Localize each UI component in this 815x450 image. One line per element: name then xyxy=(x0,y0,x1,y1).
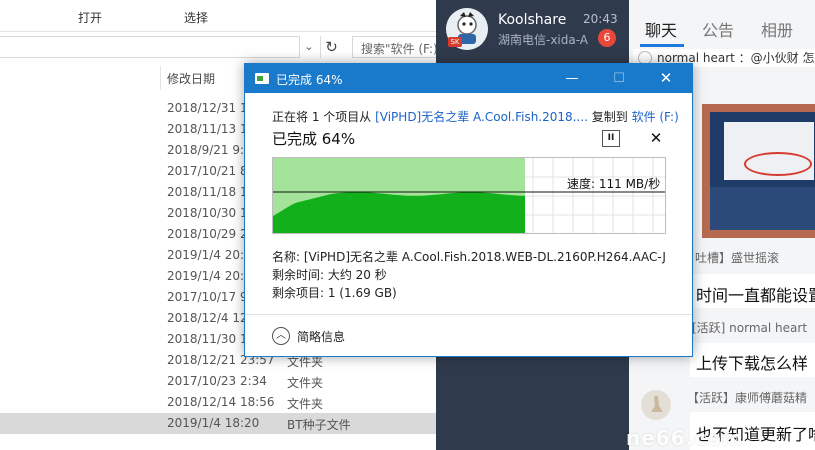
tab-album[interactable]: 相册 xyxy=(761,17,793,41)
chat-bubble[interactable]: 时间一直都能设置 xyxy=(690,274,815,308)
items-remaining-label: 剩余项目: 1 (1.69 GB) xyxy=(272,286,397,300)
column-separator[interactable] xyxy=(160,66,161,90)
tab-announcements[interactable]: 公告 xyxy=(702,17,734,41)
file-date-modified: 2018/10/30 1 xyxy=(167,206,248,220)
address-dropdown-icon[interactable]: ⌄ xyxy=(300,38,318,56)
cancel-button[interactable]: ✕ xyxy=(647,129,665,147)
refresh-icon[interactable]: ↻ xyxy=(320,36,342,58)
copy-progress-icon xyxy=(255,73,269,84)
contact-time: 20:43 xyxy=(583,12,618,26)
ribbon-open-label[interactable]: 打开 xyxy=(78,9,102,26)
copy-description: 正在将 1 个项目从 [ViPHD]无名之辈 A.Cool.Fish.2018.… xyxy=(272,108,679,125)
file-date-modified: 2019/1/4 18:20 xyxy=(167,416,260,430)
unread-count-badge: 6 xyxy=(598,29,616,47)
file-row[interactable]: 2017/10/23 2:34 文件夹 xyxy=(0,371,436,392)
chat-message-text: 时间一直都能设置 xyxy=(696,286,815,305)
source-folder-link[interactable]: [ViPHD]无名之辈 A.Cool.Fish.2018.... xyxy=(375,110,588,124)
close-button[interactable]: ✕ xyxy=(643,64,689,93)
file-date-modified: 2018/11/18 1 xyxy=(167,185,248,199)
chat-sender-label: 吐槽】盛世摇滚 xyxy=(695,251,780,265)
maximize-button[interactable]: ☐ xyxy=(596,64,642,93)
chat-sender-label: 【活跃】康师傅蘑菇精 xyxy=(687,391,808,405)
avatar-logo-badge: SK xyxy=(448,37,462,47)
chat-message-text: 上传下载怎么样 xyxy=(696,354,809,373)
watermark: ne66.com xyxy=(626,426,744,450)
file-date-modified: 2019/1/4 20:2 xyxy=(167,248,252,262)
time-remaining-label: 剩余时间: 大约 20 秒 xyxy=(272,268,387,282)
file-type: 文件夹 xyxy=(287,397,324,411)
file-date-modified: 2018/12/14 18:56 xyxy=(167,395,275,409)
file-type: 文件夹 xyxy=(287,376,324,390)
chat-image-screenshot[interactable] xyxy=(702,104,815,238)
file-date-modified: 2017/10/21 8 xyxy=(167,164,248,178)
file-name-label: 名称: [ViPHD]无名之辈 A.Cool.Fish.2018.WEB-DL.… xyxy=(272,250,667,264)
file-date-modified: 2018/10/29 2 xyxy=(167,227,248,241)
avatar[interactable] xyxy=(641,390,671,420)
copy-description-prefix: 正在将 1 个项目从 xyxy=(272,110,376,124)
chat-sender-label: [活跃] normal heart xyxy=(692,321,808,335)
tab-chat[interactable]: 聊天 xyxy=(645,17,677,41)
file-date-modified: 2018/11/13 1 xyxy=(167,122,248,136)
minimize-button[interactable]: — xyxy=(549,64,595,93)
file-row[interactable]: 2019/1/4 18:20 BT种子文件 xyxy=(0,413,436,434)
progress-status: 已完成 64% xyxy=(272,130,356,148)
address-bar[interactable] xyxy=(0,36,300,58)
file-date-modified: 2017/10/23 2:34 xyxy=(167,374,267,388)
pause-button[interactable]: II xyxy=(602,130,620,147)
file-date-modified: 2018/9/21 9:1 xyxy=(167,143,252,157)
contact-subtitle: 湖南电信-xida-A xyxy=(498,33,589,47)
active-tab-indicator xyxy=(640,44,684,47)
file-date-modified: 2017/10/17 9 xyxy=(167,290,248,304)
chat-bubble[interactable]: 上传下载怎么样 xyxy=(690,343,815,377)
fewer-details-button[interactable]: 简略信息 xyxy=(297,328,345,345)
file-date-modified: 2018/11/30 1 xyxy=(167,332,248,346)
file-date-modified: 2019/1/4 20:1 xyxy=(167,269,252,283)
file-date-modified: 2018/12/4 12 xyxy=(167,311,248,325)
ribbon-divider xyxy=(0,31,436,32)
collapse-chevron-icon[interactable]: ︿ xyxy=(272,327,290,345)
search-input[interactable]: 搜索"软件 (F:)" xyxy=(352,36,436,58)
column-header-date-modified[interactable]: 修改日期 xyxy=(167,70,215,87)
copy-description-mid: 复制到 xyxy=(587,110,632,124)
speed-label: 速度: 111 MB/秒 xyxy=(567,177,661,191)
transfer-speed-graph xyxy=(272,157,666,234)
ribbon-select-label[interactable]: 选择 xyxy=(184,9,208,26)
file-type: BT种子文件 xyxy=(287,418,351,432)
dialog-title: 已完成 64% xyxy=(276,73,343,87)
file-date-modified: 2018/12/31 1 xyxy=(167,101,248,115)
contact-name: Koolshare xyxy=(498,12,567,28)
copy-progress-dialog: 已完成 64% — ☐ ✕ 正在将 1 个项目从 [ViPHD]无名之辈 A.C… xyxy=(244,63,693,357)
file-row[interactable]: 2018/12/14 18:56 文件夹 xyxy=(0,392,436,413)
dialog-title-bar[interactable]: 已完成 64% — ☐ ✕ xyxy=(245,64,692,93)
destination-folder-link[interactable]: 软件 (F:) xyxy=(632,110,679,124)
